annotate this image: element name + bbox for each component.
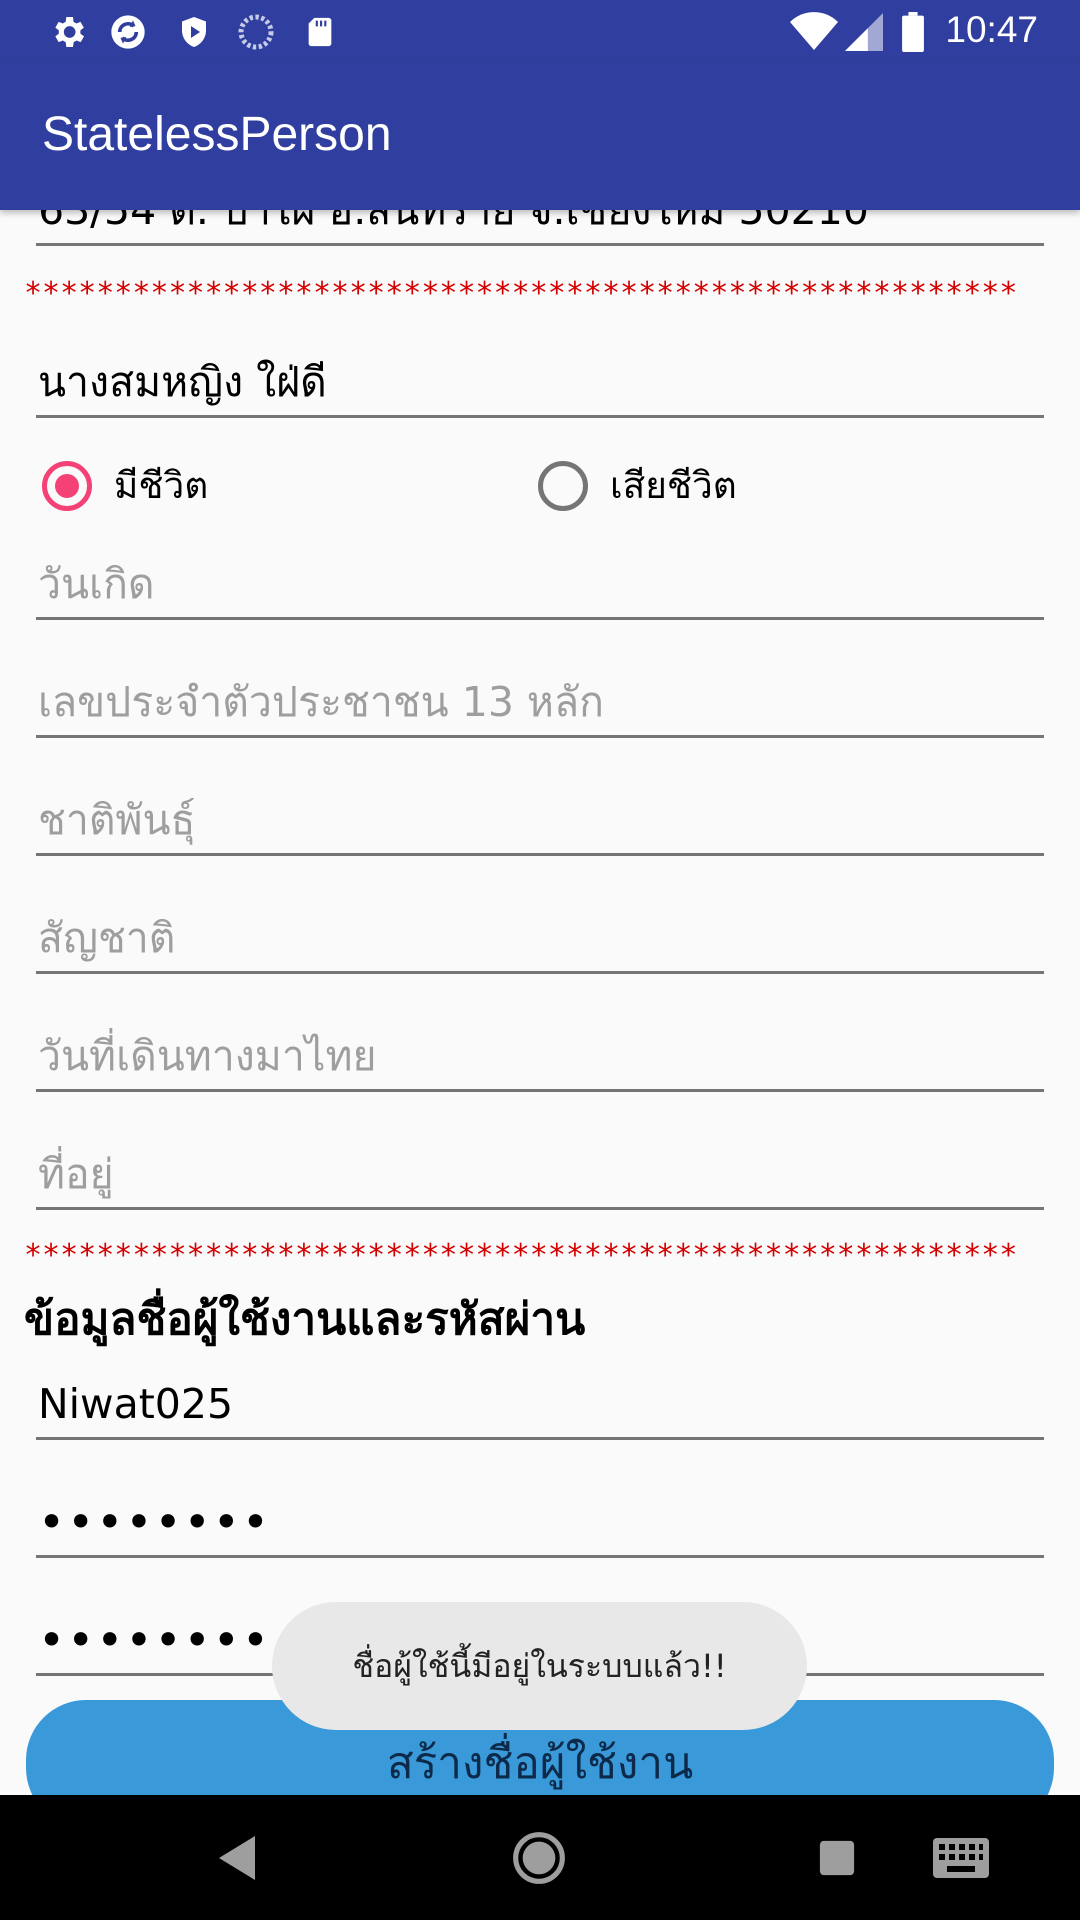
separator-stars: ****************************************… [24,276,1018,311]
settings-icon [48,12,88,52]
app-title: StatelessPerson [42,108,392,161]
id-number-field[interactable]: เลขประจำตัวประชาชน 13 หลัก [36,674,1044,738]
account-heading: ข้อมูลชื่อผู้ใช้งานและรหัสผ่าน [24,1294,586,1345]
sync-icon [108,12,148,52]
form-scroll-area[interactable]: 63/54 ต. ป่าไผ่ อ.สันทราย จ.เชียงใหม่ 50… [0,0,1080,1795]
wifi-icon [790,12,838,52]
radio-checked-icon [42,460,92,511]
separator-stars: ****************************************… [24,1238,1018,1273]
nationality-field[interactable]: สัญชาติ [36,910,1044,974]
shield-icon [174,12,214,52]
app-bar: StatelessPerson [0,63,1080,210]
ethnicity-field[interactable]: ชาติพันธุ์ [36,792,1044,856]
navigation-bar [0,1795,1080,1920]
person-name-field[interactable]: นางสมหญิง ใฝ่ดี [36,354,1044,418]
status-time: 10:47 [945,9,1038,50]
password-field[interactable]: •••••••• [36,1494,1044,1558]
radio-unchecked-icon [538,460,588,511]
birthdate-field[interactable]: วันเกิด [36,556,1044,620]
battery-icon [898,12,928,52]
radio-alive-label: มีชีวิต [114,464,209,507]
radio-deceased-label: เสียชีวิต [610,464,737,507]
keyboard-icon[interactable] [926,1825,996,1891]
arrival-date-field[interactable]: วันที่เดินทางมาไทย [36,1028,1044,1092]
signal-icon [844,12,884,52]
radio-deceased[interactable]: เสียชีวิต [538,456,737,515]
recents-icon[interactable] [804,1825,870,1891]
back-icon[interactable] [206,1825,272,1891]
username-field[interactable]: Niwat025 [36,1376,1044,1440]
radio-alive[interactable]: มีชีวิต [42,456,208,515]
status-bar: 10:47 [0,0,1080,63]
loading-icon [236,12,276,52]
sd-card-icon [300,12,340,52]
toast-text: ชื่อผู้ใช้นี้มีอยู่ในระบบแล้ว!! [352,1646,727,1685]
address-field[interactable]: ที่อยู่ [36,1146,1044,1210]
home-icon[interactable] [506,1825,572,1891]
toast-message: ชื่อผู้ใช้นี้มีอยู่ในระบบแล้ว!! [272,1602,807,1730]
